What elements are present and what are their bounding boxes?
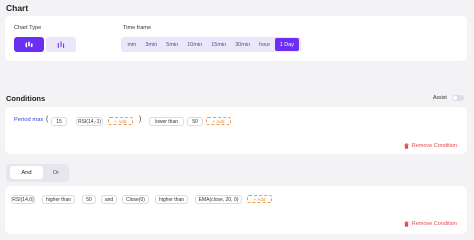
chart-type-bar-button[interactable] bbox=[46, 37, 76, 52]
time-frame-option[interactable]: 3min bbox=[141, 38, 162, 51]
logic-or-button[interactable]: Or bbox=[45, 166, 67, 179]
condition-card-2 bbox=[5, 186, 467, 234]
open-paren: ( bbox=[46, 116, 49, 123]
trash-icon bbox=[404, 221, 409, 227]
condition-label: Period max bbox=[14, 117, 44, 123]
logic-and-button[interactable]: And bbox=[10, 166, 43, 179]
remove-condition-label: Remove Condition bbox=[411, 221, 457, 227]
time-frame-option[interactable]: 10min bbox=[183, 38, 207, 51]
time-frame-label: Time frame bbox=[123, 25, 152, 31]
threshold-chip[interactable]: 50 bbox=[82, 195, 96, 204]
threshold-chip[interactable]: 50 bbox=[187, 117, 203, 126]
operator-chip[interactable]: lower than bbox=[149, 117, 184, 126]
conditions-section-title: Conditions bbox=[6, 94, 46, 103]
time-frame-option[interactable]: 30min bbox=[231, 38, 255, 51]
chart-type-label: Chart Type bbox=[14, 25, 42, 31]
indicator-chip[interactable]: Close(0) bbox=[122, 195, 149, 204]
assist-toggle[interactable] bbox=[452, 95, 464, 101]
logic-operator-selector: And Or bbox=[6, 164, 69, 182]
operator-chip[interactable]: higher than bbox=[155, 195, 188, 204]
candlestick-icon bbox=[25, 41, 33, 48]
time-frame-option[interactable]: 5min bbox=[162, 38, 183, 51]
trash-icon bbox=[404, 143, 409, 149]
close-paren: ) bbox=[139, 116, 142, 123]
indicator-chip[interactable]: RSI(14,0) bbox=[11, 195, 35, 204]
time-frame-option-selected[interactable]: 1 Day bbox=[274, 38, 300, 51]
operator-chip[interactable]: higher than bbox=[42, 195, 75, 204]
time-frame-selector: min 3min 5min 10min 15min 30min hour 1 D… bbox=[121, 37, 302, 52]
chart-section-title: Chart bbox=[6, 3, 29, 13]
remove-condition-button[interactable]: Remove Condition bbox=[404, 221, 457, 227]
time-frame-option[interactable]: 15min bbox=[207, 38, 231, 51]
time-frame-option[interactable]: min bbox=[123, 38, 141, 51]
add-button[interactable]: + Add bbox=[206, 117, 231, 125]
bar-chart-icon bbox=[57, 41, 65, 48]
chart-type-candlestick-button[interactable] bbox=[14, 37, 44, 52]
time-frame-option[interactable]: hour bbox=[255, 38, 275, 51]
period-value-chip[interactable]: 15 bbox=[51, 117, 67, 126]
indicator-chip[interactable]: EMA(close, 20, 0) bbox=[195, 195, 242, 204]
condition-card-1 bbox=[5, 107, 467, 154]
indicator-chip[interactable]: RSI(14,-1) bbox=[76, 117, 103, 126]
add-button[interactable]: + Add bbox=[108, 117, 133, 125]
remove-condition-button[interactable]: Remove Condition bbox=[404, 143, 457, 149]
add-button[interactable]: + Add bbox=[247, 195, 272, 203]
logic-chip[interactable]: and bbox=[101, 195, 117, 204]
remove-condition-label: Remove Condition bbox=[411, 143, 457, 149]
assist-label: Assist bbox=[433, 95, 447, 101]
